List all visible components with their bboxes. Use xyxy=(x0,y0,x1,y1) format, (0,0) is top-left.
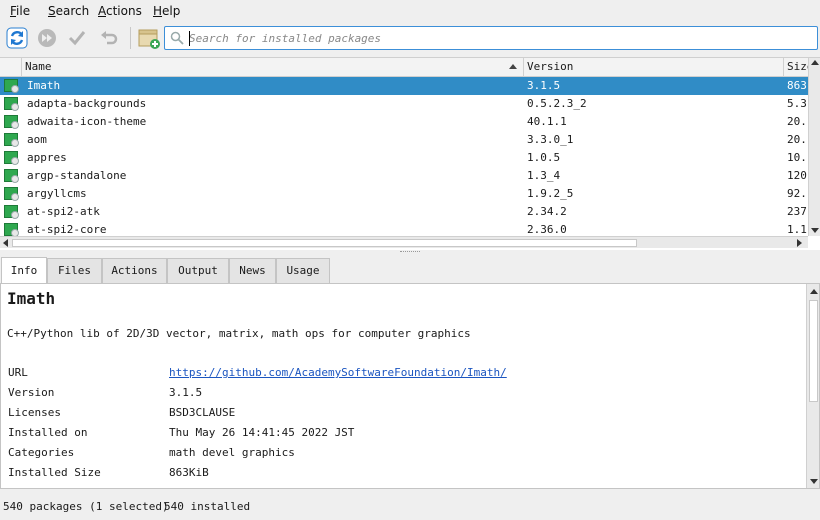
table-row[interactable]: at-spi2-atk 2.34.2 237 xyxy=(0,203,808,221)
undo-button[interactable] xyxy=(96,25,122,51)
detail-tabs: Info Files Actions Output News Usage xyxy=(0,257,820,284)
apply-button[interactable] xyxy=(64,25,90,51)
status-bar: 540 packages (1 selected) 540 installed xyxy=(0,497,820,515)
table-row[interactable]: adapta-backgrounds 0.5.2.3_2 5.3 xyxy=(0,95,808,113)
list-header: Name Version Size xyxy=(0,58,808,77)
tab-usage[interactable]: Usage xyxy=(276,258,330,283)
menu-help[interactable]: Help xyxy=(153,4,180,18)
status-installed-count: 540 installed xyxy=(164,500,251,513)
menu-search[interactable]: Search xyxy=(48,4,89,18)
column-name[interactable]: Name xyxy=(22,58,524,77)
package-installed-icon xyxy=(4,205,19,219)
package-list: Name Version Size Imath3.1.5863 adapta-b… xyxy=(0,57,820,250)
search-icon xyxy=(170,31,184,45)
info-row-version: Version 3.1.5 xyxy=(8,386,203,399)
tab-actions[interactable]: Actions xyxy=(102,258,167,283)
package-installed-icon xyxy=(4,79,19,93)
info-row-url: URL https://github.com/AcademySoftwareFou… xyxy=(8,366,507,379)
package-installed-icon xyxy=(4,169,19,183)
list-horizontal-scrollbar[interactable] xyxy=(0,236,808,248)
info-row-licenses: Licenses BSD3CLAUSE xyxy=(8,406,236,419)
install-package-button[interactable] xyxy=(136,25,162,51)
info-row-categories: Categories math devel graphics xyxy=(8,446,295,459)
tab-news[interactable]: News xyxy=(229,258,276,283)
menu-actions[interactable]: Actions xyxy=(98,4,142,18)
package-installed-icon xyxy=(4,151,19,165)
package-add-icon xyxy=(138,29,160,49)
column-version[interactable]: Version xyxy=(524,58,784,77)
pane-splitter-handle[interactable] xyxy=(400,251,420,253)
tab-files[interactable]: Files xyxy=(47,258,102,283)
status-package-count: 540 packages (1 selected) xyxy=(3,500,169,513)
tab-output[interactable]: Output xyxy=(167,258,229,283)
table-row[interactable]: adwaita-icon-theme 40.1.1 20. xyxy=(0,113,808,131)
skip-button[interactable] xyxy=(34,25,60,51)
undo-icon xyxy=(101,31,118,45)
scroll-thumb[interactable] xyxy=(809,300,818,402)
refresh-button[interactable] xyxy=(4,25,30,51)
info-vertical-scrollbar[interactable] xyxy=(806,284,819,488)
scroll-left-icon[interactable] xyxy=(3,239,8,247)
scroll-up-icon[interactable] xyxy=(811,60,819,65)
text-caret xyxy=(189,31,190,46)
menu-file[interactable]: File xyxy=(10,4,30,18)
package-installed-icon xyxy=(4,133,19,147)
sort-ascending-icon xyxy=(509,64,517,69)
menu-bar: File Search Actions Help xyxy=(0,0,820,22)
table-row[interactable]: argyllcms 1.9.2_5 92. xyxy=(0,185,808,203)
column-size[interactable]: Size xyxy=(784,58,808,77)
package-installed-icon xyxy=(4,115,19,129)
table-row[interactable]: argp-standalone 1.3_4 120 xyxy=(0,167,808,185)
toolbar-separator xyxy=(130,27,131,49)
info-panel: Imath C++/Python lib of 2D/3D vector, ma… xyxy=(0,283,820,489)
tab-info[interactable]: Info xyxy=(1,257,47,283)
package-url-link[interactable]: https://github.com/AcademySoftwareFounda… xyxy=(169,366,507,379)
column-status[interactable] xyxy=(0,58,22,77)
table-row[interactable]: Imath 3.1.5 863 xyxy=(0,77,808,95)
search-input[interactable] xyxy=(189,29,809,47)
table-row[interactable]: aom 3.3.0_1 20. xyxy=(0,131,808,149)
fast-forward-icon xyxy=(38,29,56,47)
apply-check-icon xyxy=(68,31,86,46)
table-row[interactable]: appres 1.0.5 10. xyxy=(0,149,808,167)
scroll-up-icon[interactable] xyxy=(810,289,818,294)
package-description: C++/Python lib of 2D/3D vector, matrix, … xyxy=(7,327,471,340)
package-installed-icon xyxy=(4,223,19,237)
refresh-icon xyxy=(6,27,28,49)
info-row-installed-size: Installed Size 863KiB xyxy=(8,466,209,479)
info-row-installed-on: Installed on Thu May 26 14:41:45 2022 JST xyxy=(8,426,355,439)
scroll-right-icon[interactable] xyxy=(797,239,802,247)
package-installed-icon xyxy=(4,187,19,201)
scroll-down-icon[interactable] xyxy=(810,479,818,484)
toolbar xyxy=(0,22,820,56)
package-installed-icon xyxy=(4,97,19,111)
list-vertical-scrollbar[interactable] xyxy=(808,58,820,236)
scroll-down-icon[interactable] xyxy=(811,228,819,233)
scroll-thumb[interactable] xyxy=(12,239,637,247)
package-title: Imath xyxy=(7,289,56,308)
search-box[interactable] xyxy=(164,26,818,50)
